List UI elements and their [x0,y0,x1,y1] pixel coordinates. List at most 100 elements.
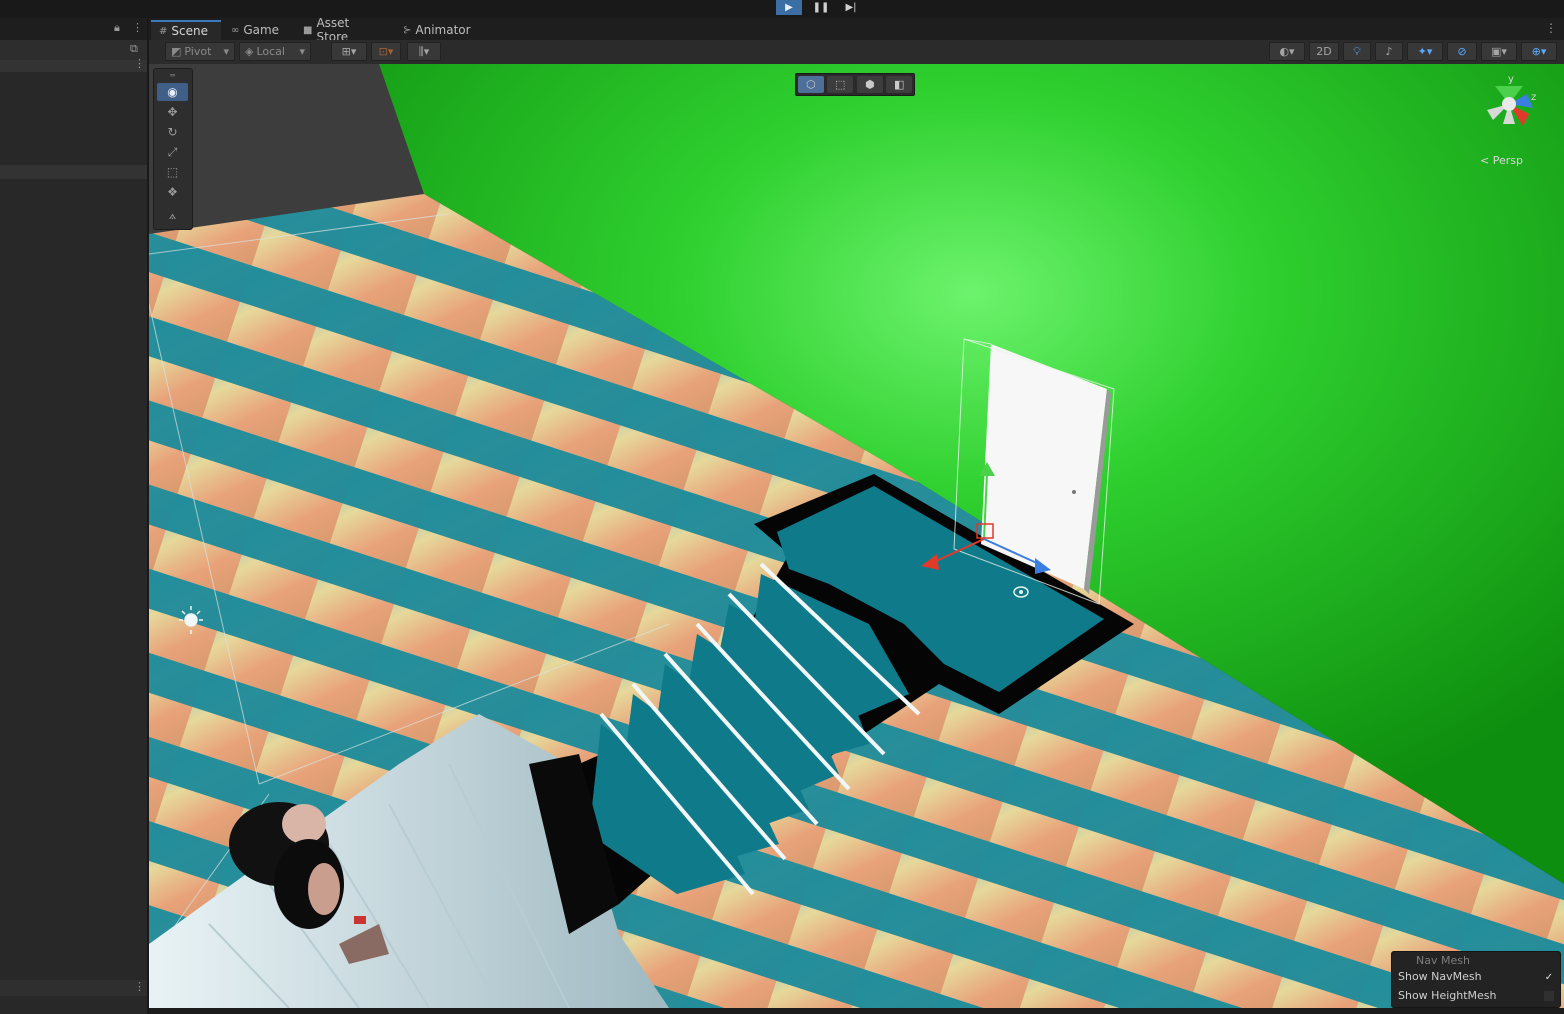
gizmo-globe-icon: ⊕▾ [1531,45,1547,58]
play-button[interactable]: ▶ [776,0,802,15]
eye-slash-icon: ⊘ [1457,45,1467,58]
camera-dropdown[interactable]: ▣▾ [1481,42,1517,61]
view-options-overlay: ⬡ ⬚ ⬢ ◧ [795,73,915,96]
projection-toggle[interactable]: < Persp [1480,154,1523,167]
play-icon: ▶ [785,2,793,13]
view-rect-button[interactable]: ⬚ [827,76,854,93]
hierarchy-header: 🔒︎ ⋮ [0,18,147,40]
hierarchy-footer: ⋮ [0,980,147,996]
transform-tool[interactable]: ❖ [157,183,188,201]
tab-asset-store[interactable]: ■ Asset Store [295,16,391,44]
cube-wire-icon: ⬡ [805,78,816,91]
scene-toolbar: ◩ Pivot ▾ ◈ Local ▾ ⊞▾ ⊡▾ ⫼▾ ◐▾ 2D 💡︎ ♪ … [149,40,1564,65]
camera-icon: ▣▾ [1491,45,1507,58]
navmesh-title: Nav Mesh [1416,954,1470,967]
show-heightmesh-checkbox[interactable] [1544,991,1554,1001]
hierarchy-row[interactable]: ⋮ [0,57,147,72]
editor-tab-bar: # Scene ∞ Game ■ Asset Store ⊱ Animator … [149,16,1564,44]
cube-icon: ◈ [245,45,254,58]
pause-button[interactable]: ❚❚ [808,0,834,15]
eye-icon: ◉ [167,85,178,99]
lock-icon[interactable]: 🔒︎ [114,21,120,35]
tab-scene[interactable]: # Scene [151,20,221,40]
bag-icon: ■ [303,24,313,36]
lightbulb-icon: 💡︎ [1353,44,1361,58]
pivot-dropdown[interactable]: ◩ Pivot ▾ [165,42,235,61]
hierarchy-toolbar: ⧉ [0,40,147,60]
animator-icon: ⊱ [403,24,412,36]
rect-tool[interactable]: ⬚ [157,163,188,181]
pivot-icon: ◩ [171,45,182,58]
tab-game[interactable]: ∞ Game [223,20,293,40]
local-label: Local [256,45,285,58]
move-icon: ✥ [167,105,178,119]
effects-dropdown[interactable]: ✦▾ [1407,42,1443,61]
view-tool[interactable]: ◉ [157,83,188,101]
hierarchy-panel: 🔒︎ ⋮ ⧉ ⋮ ⋮ [0,18,147,1014]
kebab-menu-icon[interactable]: ⋮ [132,21,143,34]
draw-mode-dropdown[interactable]: ◐▾ [1269,42,1305,61]
tab-animator[interactable]: ⊱ Animator [395,20,481,40]
status-strip [149,1008,1564,1014]
rect-icon: ⬚ [166,165,179,179]
navmesh-overlay: Nav Mesh Show NavMesh ✓ Show HeightMesh [1391,951,1561,1008]
view-3d-button[interactable]: ⬡ [797,76,824,93]
scene-viewport[interactable]: y z [149,64,1564,1008]
tab-label: Scene [171,24,208,38]
kebab-menu-icon[interactable]: ⋮ [134,57,145,70]
solid-cube-icon: ◧ [894,78,905,91]
grid-snap-dropdown[interactable]: ⊞▾ [331,42,367,61]
show-navmesh-checkbox[interactable]: ✓ [1544,971,1554,983]
tool-palette: ═ ◉ ✥ ↻ ⤢ ⬚ ❖ ⟑ [153,68,193,230]
axis-y-label: y [1508,74,1514,85]
tab-label: Game [243,23,280,37]
custom-tool[interactable]: ⟑ [157,206,188,224]
scene-render: y z [149,64,1564,1008]
align-icon: ⫼▾ [418,44,430,58]
pause-icon: ❚❚ [812,2,830,13]
hierarchy-row[interactable] [0,165,147,179]
snap-increment-dropdown[interactable]: ⊡▾ [371,42,401,61]
2d-toggle[interactable]: 2D [1309,42,1339,61]
scene-visibility-toggle[interactable]: ⊘ [1447,42,1477,61]
effects-icon: ✦▾ [1417,45,1433,58]
chevron-down-icon: ▾ [299,45,305,58]
show-navmesh-label: Show NavMesh [1398,970,1482,983]
play-mode-bar: ▶ ❚❚ ▶| [0,0,1564,18]
rotate-icon: ↻ [167,125,178,139]
gamepad-icon: ∞ [231,24,240,36]
transform-icon: ❖ [167,185,178,199]
scale-tool[interactable]: ⤢ [157,143,188,161]
step-icon: ▶| [845,2,857,13]
grid-icon: # [159,25,168,37]
rotate-tool[interactable]: ↻ [157,123,188,141]
check-icon: ✓ [1544,971,1554,983]
local-dropdown[interactable]: ◈ Local ▾ [239,42,311,61]
show-heightmesh-label: Show HeightMesh [1398,989,1497,1002]
grid-snap-icon: ⊞▾ [341,45,357,58]
box-icon: ⬢ [864,78,875,91]
step-button[interactable]: ▶| [838,0,864,15]
custom-editor-icon: ⟑ [168,207,177,222]
rect-select-icon: ⬚ [835,78,846,91]
drag-handle-icon[interactable]: ═ [157,71,188,80]
lighting-toggle[interactable]: 💡︎ [1343,42,1371,61]
view-box-button[interactable]: ⬢ [856,76,883,93]
shading-sphere-icon: ◐▾ [1279,45,1295,58]
kebab-menu-icon[interactable]: ⋮ [1545,21,1557,35]
chevron-down-icon: ▾ [223,45,229,58]
pivot-label: Pivot [184,45,212,58]
audio-toggle[interactable]: ♪ [1375,42,1403,61]
maximize-icon[interactable]: ⧉ [130,42,138,56]
tab-label: Animator [415,23,471,37]
axis-z-label: z [1531,92,1536,103]
audio-icon: ♪ [1385,45,1393,58]
align-dropdown[interactable]: ⫼▾ [407,42,441,61]
scale-icon: ⤢ [167,144,178,159]
gizmos-dropdown[interactable]: ⊕▾ [1521,42,1557,61]
2d-label: 2D [1316,45,1332,58]
view-solid-button[interactable]: ◧ [886,76,913,93]
kebab-menu-icon[interactable]: ⋮ [134,980,145,993]
move-tool[interactable]: ✥ [157,103,188,121]
snap-icon: ⊡▾ [378,45,394,58]
